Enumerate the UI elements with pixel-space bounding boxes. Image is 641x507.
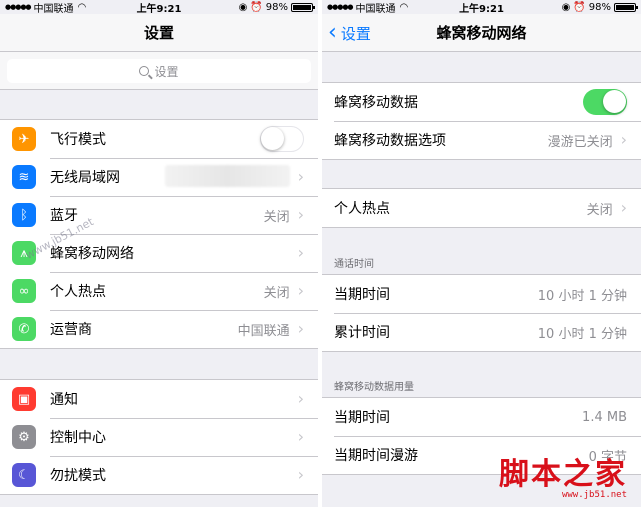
status-time: 上午9:21 (459, 3, 504, 15)
settings-item-hotspot[interactable]: ∞ 个人热点 关闭 › (0, 272, 318, 310)
cellular-data-group: 蜂窝移动数据 蜂窝移动数据选项 漫游已关闭 › (322, 82, 641, 160)
settings-item-label: 个人热点 (50, 284, 106, 300)
row-value: 漫游已关闭 (547, 134, 613, 150)
battery-icon (291, 2, 315, 12)
row-value: 10 小时 1 分钟 (537, 288, 627, 304)
chevron-right-icon: › (620, 198, 627, 217)
row-label: 蜂窝移动数据选项 (334, 133, 446, 149)
settings-item-label: 通知 (50, 392, 78, 408)
settings-item-value: 关闭 (263, 209, 290, 225)
settings-group-connectivity: ✈ 飞行模式 ≋ 无线局域网 › ᛒ 蓝牙 关闭 › ⩚ 蜂窝移动网络 › ∞ … (0, 119, 318, 349)
row-label: 当期时间 (334, 410, 390, 426)
section-header-data-usage: 蜂窝移动数据用量 (334, 382, 414, 393)
chevron-right-icon: › (297, 205, 304, 224)
blurred-wifi-name (165, 165, 290, 187)
navigation-bar: 设置 (0, 14, 318, 52)
cellular-data-toggle[interactable] (583, 89, 627, 115)
hotspot-icon: ∞ (12, 279, 36, 303)
wifi-icon: ≋ (12, 165, 36, 189)
chevron-right-icon: › (297, 281, 304, 300)
airplane-mode-toggle[interactable] (260, 126, 304, 152)
personal-hotspot-row[interactable]: 个人热点 关闭 › (322, 189, 641, 227)
chevron-right-icon: › (297, 243, 304, 262)
section-header-call-time: 通话时间 (334, 259, 374, 270)
navigation-bar: ‹ 设置 蜂窝移动网络 (322, 14, 641, 52)
settings-group-system: ▣ 通知 › ⚙ 控制中心 › ☾ 勿扰模式 › (0, 379, 318, 495)
settings-item-carrier[interactable]: ✆ 运营商 中国联通 › (0, 310, 318, 348)
call-time-group: 当期时间 10 小时 1 分钟 累计时间 10 小时 1 分钟 (322, 274, 641, 352)
row-label: 当期时间 (334, 287, 390, 303)
search-icon (139, 66, 150, 76)
settings-screen: ●●●●● 中国联通 ◠ 上午9:21 ◉ ⏰ 98% 设置 设置 ✈ 飞行模式… (0, 0, 318, 507)
page-title: 设置 (143, 24, 174, 42)
settings-item-value: 关闭 (263, 285, 290, 301)
chevron-right-icon: › (297, 427, 304, 446)
row-label: 累计时间 (334, 325, 390, 341)
settings-item-notifications[interactable]: ▣ 通知 › (0, 380, 318, 418)
hotspot-group: 个人热点 关闭 › (322, 188, 641, 228)
moon-icon: ☾ (12, 463, 36, 487)
cellular-screen: ●●●●● 中国联通 ◠ 上午9:21 ◉ ⏰ 98% ‹ 设置 蜂窝移动网络 … (322, 0, 641, 507)
settings-item-label: 控制中心 (50, 430, 106, 446)
page-title: 蜂窝移动网络 (436, 24, 527, 42)
settings-item-label: 飞行模式 (50, 132, 106, 148)
settings-item-control-center[interactable]: ⚙ 控制中心 › (0, 418, 318, 456)
control-center-icon: ⚙ (12, 425, 36, 449)
bluetooth-icon: ᛒ (12, 203, 36, 227)
settings-item-do-not-disturb[interactable]: ☾ 勿扰模式 › (0, 456, 318, 494)
chevron-right-icon: › (620, 130, 627, 149)
current-period-usage-row: 当期时间 1.4 MB (322, 398, 641, 436)
status-bar: ●●●●● 中国联通 ◠ 上午9:21 ◉ ⏰ 98% (0, 0, 318, 15)
chevron-right-icon: › (297, 389, 304, 408)
site-logo: 脚本之家 www.jb51.net (499, 457, 627, 501)
battery-icon (614, 2, 638, 12)
chevron-right-icon: › (297, 167, 304, 186)
settings-item-label: 勿扰模式 (50, 468, 106, 484)
status-bar: ●●●●● 中国联通 ◠ 上午9:21 ◉ ⏰ 98% (322, 0, 641, 15)
row-label: 蜂窝移动数据 (334, 95, 418, 111)
notifications-icon: ▣ (12, 387, 36, 411)
logo-text: 脚本之家 (499, 457, 627, 492)
cellular-data-row[interactable]: 蜂窝移动数据 (322, 83, 641, 121)
current-period-row: 当期时间 10 小时 1 分钟 (322, 275, 641, 313)
cellular-data-options-row[interactable]: 蜂窝移动数据选项 漫游已关闭 › (322, 121, 641, 159)
row-value: 1.4 MB (582, 409, 627, 425)
chevron-right-icon: › (297, 465, 304, 484)
airplane-icon: ✈ (12, 127, 36, 151)
search-placeholder: 设置 (154, 64, 179, 79)
back-button[interactable]: ‹ 设置 (328, 14, 371, 52)
row-label: 个人热点 (334, 201, 390, 217)
back-label: 设置 (340, 24, 371, 43)
search-input[interactable]: 设置 (7, 59, 311, 83)
row-value: 关闭 (586, 202, 613, 218)
search-bar: 设置 (0, 52, 318, 90)
settings-item-value: 中国联通 (237, 323, 290, 339)
chevron-right-icon: › (297, 319, 304, 338)
settings-item-bluetooth[interactable]: ᛒ 蓝牙 关闭 › (0, 196, 318, 234)
settings-item-label: 蜂窝移动网络 (50, 246, 134, 262)
chevron-left-icon: ‹ (328, 20, 337, 45)
row-value: 10 小时 1 分钟 (537, 326, 627, 342)
settings-item-label: 运营商 (50, 322, 92, 338)
lifetime-row: 累计时间 10 小时 1 分钟 (322, 313, 641, 351)
settings-item-airplane[interactable]: ✈ 飞行模式 (0, 120, 318, 158)
status-time: 上午9:21 (136, 3, 182, 15)
phone-icon: ✆ (12, 317, 36, 341)
